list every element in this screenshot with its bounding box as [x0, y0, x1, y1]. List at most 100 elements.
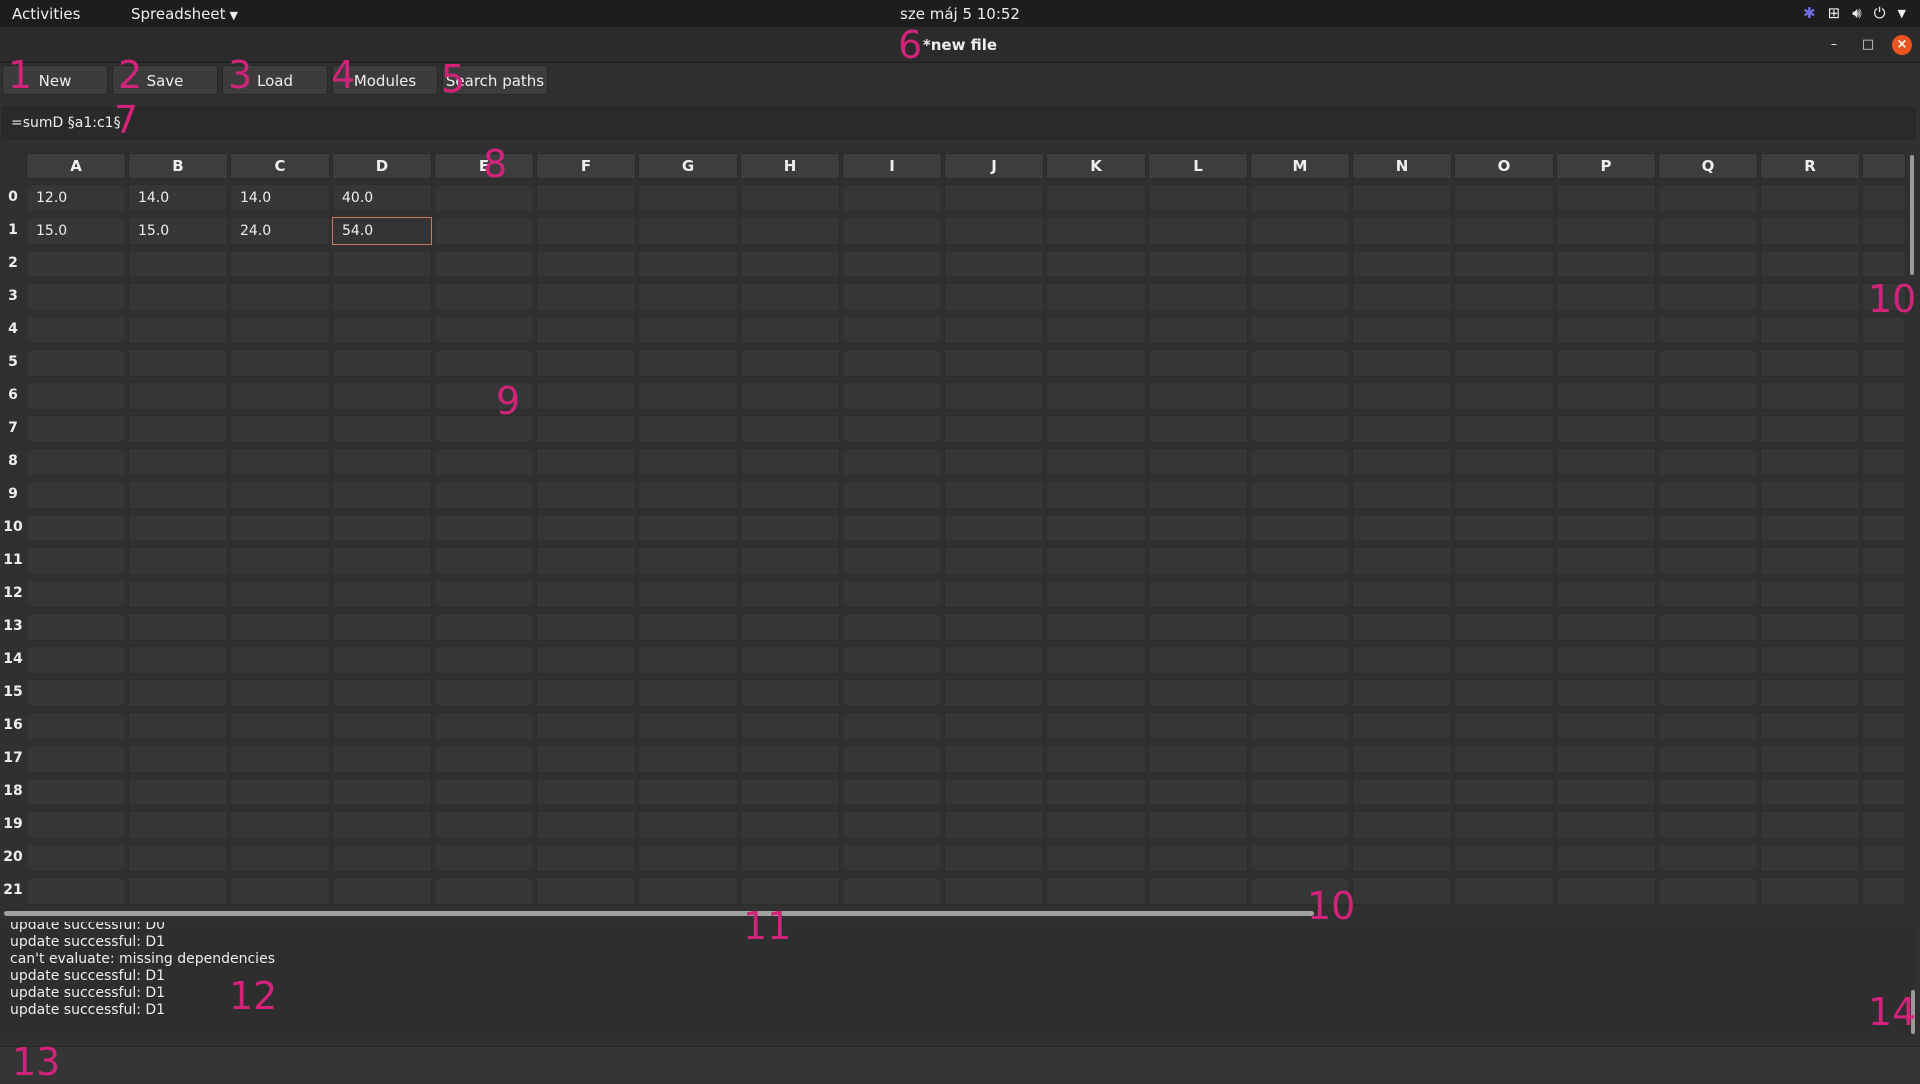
grid-cell[interactable] [26, 514, 126, 542]
grid-cell[interactable] [1862, 679, 1906, 707]
grid-cell[interactable] [1352, 679, 1452, 707]
column-header[interactable]: O [1454, 153, 1554, 179]
grid-cell[interactable] [740, 382, 840, 410]
row-header[interactable]: 2 [0, 255, 26, 271]
grid-cell[interactable] [1250, 382, 1350, 410]
column-header[interactable]: B [128, 153, 228, 179]
grid-cell[interactable]: 15.0 [26, 217, 126, 245]
grid-cell[interactable]: 14.0 [128, 184, 228, 212]
grid-cell[interactable] [128, 250, 228, 278]
grid-cell[interactable] [1658, 382, 1758, 410]
grid-cell[interactable] [128, 448, 228, 476]
row-header[interactable]: 16 [0, 717, 26, 733]
grid-cell[interactable] [944, 646, 1044, 674]
grid-cell[interactable] [1760, 250, 1860, 278]
grid-cell[interactable] [230, 514, 330, 542]
grid-cell[interactable] [740, 877, 840, 905]
grid-cell[interactable] [638, 349, 738, 377]
grid-cell[interactable] [332, 481, 432, 509]
maximize-icon[interactable]: □ [1858, 35, 1878, 55]
grid-cell[interactable] [1046, 679, 1146, 707]
row-header[interactable]: 8 [0, 453, 26, 469]
grid-cell[interactable] [638, 448, 738, 476]
grid-cell[interactable] [128, 283, 228, 311]
grid-cell[interactable] [1862, 547, 1906, 575]
grid-cell[interactable] [1148, 250, 1248, 278]
grid-cell[interactable] [1454, 514, 1554, 542]
grid-cell[interactable] [128, 514, 228, 542]
grid-cell[interactable] [128, 712, 228, 740]
grid-cell[interactable] [1454, 481, 1554, 509]
column-header[interactable]: R [1760, 153, 1860, 179]
grid-cell[interactable] [1046, 217, 1146, 245]
grid-cell[interactable] [1862, 778, 1906, 806]
row-header[interactable]: 1 [0, 222, 26, 238]
grid-cell[interactable] [1148, 811, 1248, 839]
grid-cell[interactable] [842, 679, 942, 707]
grid-cell[interactable] [230, 646, 330, 674]
grid-cell[interactable] [536, 646, 636, 674]
grid-cell[interactable] [536, 382, 636, 410]
grid-cell[interactable] [1148, 646, 1248, 674]
grid-cell[interactable] [536, 481, 636, 509]
grid-cell[interactable] [1046, 382, 1146, 410]
grid-cell[interactable] [536, 811, 636, 839]
grid-cell[interactable] [1760, 778, 1860, 806]
grid-cell[interactable] [1454, 448, 1554, 476]
grid-cell[interactable] [638, 514, 738, 542]
grid-cell[interactable] [1352, 481, 1452, 509]
grid-cell[interactable] [1862, 811, 1906, 839]
grid-cell[interactable] [1250, 448, 1350, 476]
grid-cell[interactable] [1046, 184, 1146, 212]
grid-cell[interactable] [230, 613, 330, 641]
grid-cell[interactable] [1658, 877, 1758, 905]
grid-cell[interactable] [1148, 877, 1248, 905]
grid-cell[interactable] [1046, 877, 1146, 905]
row-header[interactable]: 9 [0, 486, 26, 502]
grid-cell[interactable] [1352, 580, 1452, 608]
grid-cell[interactable] [1454, 811, 1554, 839]
grid-cell[interactable] [1556, 283, 1656, 311]
grid-cell[interactable] [1556, 448, 1656, 476]
grid-cell[interactable] [1250, 613, 1350, 641]
grid-cell[interactable] [1760, 745, 1860, 773]
grid-cell[interactable] [1760, 580, 1860, 608]
grid-cell[interactable] [944, 514, 1044, 542]
grid-cell[interactable] [332, 811, 432, 839]
grid-cell[interactable] [1862, 712, 1906, 740]
grid-cell[interactable] [1760, 283, 1860, 311]
grid-cell[interactable] [230, 844, 330, 872]
grid-cell[interactable] [944, 679, 1044, 707]
grid-cell[interactable] [1556, 712, 1656, 740]
grid-cell[interactable] [1046, 580, 1146, 608]
grid-cell[interactable] [26, 778, 126, 806]
grid-cell[interactable] [26, 811, 126, 839]
grid-cell[interactable] [434, 580, 534, 608]
grid-cell[interactable] [1658, 448, 1758, 476]
grid-cell[interactable] [26, 745, 126, 773]
grid-cell[interactable] [944, 283, 1044, 311]
column-header[interactable]: I [842, 153, 942, 179]
grid-cell[interactable] [230, 415, 330, 443]
grid-cell[interactable] [230, 745, 330, 773]
grid-cell[interactable] [638, 679, 738, 707]
row-header[interactable]: 7 [0, 420, 26, 436]
grid-cell[interactable] [1556, 415, 1656, 443]
grid-cell[interactable] [128, 481, 228, 509]
row-header[interactable]: 19 [0, 816, 26, 832]
grid-cell[interactable] [638, 283, 738, 311]
grid-cell[interactable] [434, 250, 534, 278]
row-header[interactable]: 15 [0, 684, 26, 700]
grid-cell[interactable] [1658, 283, 1758, 311]
grid-cell[interactable] [944, 316, 1044, 344]
grid-cell[interactable] [128, 811, 228, 839]
grid-cell[interactable] [230, 712, 330, 740]
grid-cell[interactable] [1658, 778, 1758, 806]
grid-cell[interactable] [1556, 184, 1656, 212]
grid-cell[interactable] [26, 877, 126, 905]
grid-cell[interactable] [1352, 250, 1452, 278]
grid-cell[interactable] [26, 613, 126, 641]
grid-cell[interactable] [230, 547, 330, 575]
grid-cell[interactable] [1148, 745, 1248, 773]
grid-cell[interactable] [740, 415, 840, 443]
